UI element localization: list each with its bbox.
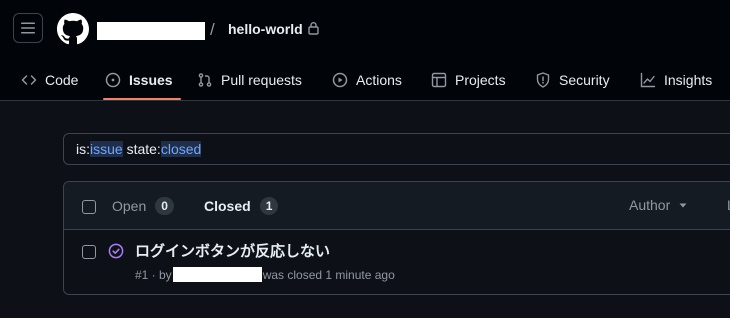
tab-label: Projects [455,72,506,88]
hamburger-icon [21,22,35,34]
table-row[interactable]: ログインボタンが反応しない #1 · by was closed 1 minut… [64,230,730,294]
issues-list-header: Open 0 Closed 1 Author L [64,182,730,230]
search-token-key: is: [76,141,90,157]
triangle-down-icon [679,203,687,208]
issue-number-text: #1 · by [135,267,172,282]
author-name-redacted[interactable] [172,267,262,282]
tab-label: Code [45,72,79,88]
issue-closed-time: was closed 1 minute ago [262,267,395,282]
table-icon [431,72,447,88]
tab-security[interactable]: Security [535,60,610,100]
search-token-value: issue [90,141,123,157]
issue-checkbox[interactable] [82,245,96,259]
shield-icon [536,72,550,88]
closed-filter-button[interactable]: Closed 1 [204,197,279,215]
tab-label: Actions [356,72,402,88]
tab-insights[interactable]: Insights [640,60,712,100]
open-label: Open [112,198,147,214]
breadcrumb-separator: / [210,20,215,39]
tab-code[interactable]: Code [21,60,78,100]
issues-search-input[interactable]: is:issue state:closed [63,133,730,165]
repo-nav: Code Issues Pull requests Actions Projec… [0,60,730,101]
tab-actions[interactable]: Actions [332,60,402,100]
tab-pull-requests[interactable]: Pull requests [197,60,302,100]
select-all-checkbox[interactable] [82,200,96,214]
open-filter-button[interactable]: Open 0 [112,197,174,215]
issue-meta: #1 · by was closed 1 minute ago [135,267,395,282]
git-pull-request-icon [198,73,212,87]
search-token-key: state: [122,141,161,157]
repo-header: / hello-world Code Issues Pull requests … [0,0,730,101]
closed-label: Closed [204,198,251,214]
issue-closed-icon [108,243,124,259]
lock-icon [308,22,319,35]
tab-label: Pull requests [221,72,302,88]
closed-counter: 1 [259,197,279,215]
author-label: Author [629,197,671,213]
issues-list: Open 0 Closed 1 Author L ログインボタンが反応しない #… [63,181,730,295]
menu-button[interactable] [13,13,43,43]
issue-opened-icon [105,72,121,88]
owner-name-redacted[interactable] [97,22,205,40]
author-filter-button[interactable]: Author [629,197,688,213]
search-token-value: closed [160,141,202,157]
repo-name-link[interactable]: hello-world [228,21,303,37]
tab-projects[interactable]: Projects [431,60,506,100]
github-logo-icon[interactable] [57,13,89,45]
play-icon [332,72,348,88]
tab-label: Security [559,72,610,88]
tab-issues[interactable]: Issues [103,60,181,100]
code-icon [21,75,37,85]
issue-title-link[interactable]: ログインボタンが反応しない [135,240,330,261]
tab-label: Issues [129,72,173,88]
graph-icon [640,72,656,88]
open-counter: 0 [155,197,174,215]
tab-label: Insights [664,72,713,88]
